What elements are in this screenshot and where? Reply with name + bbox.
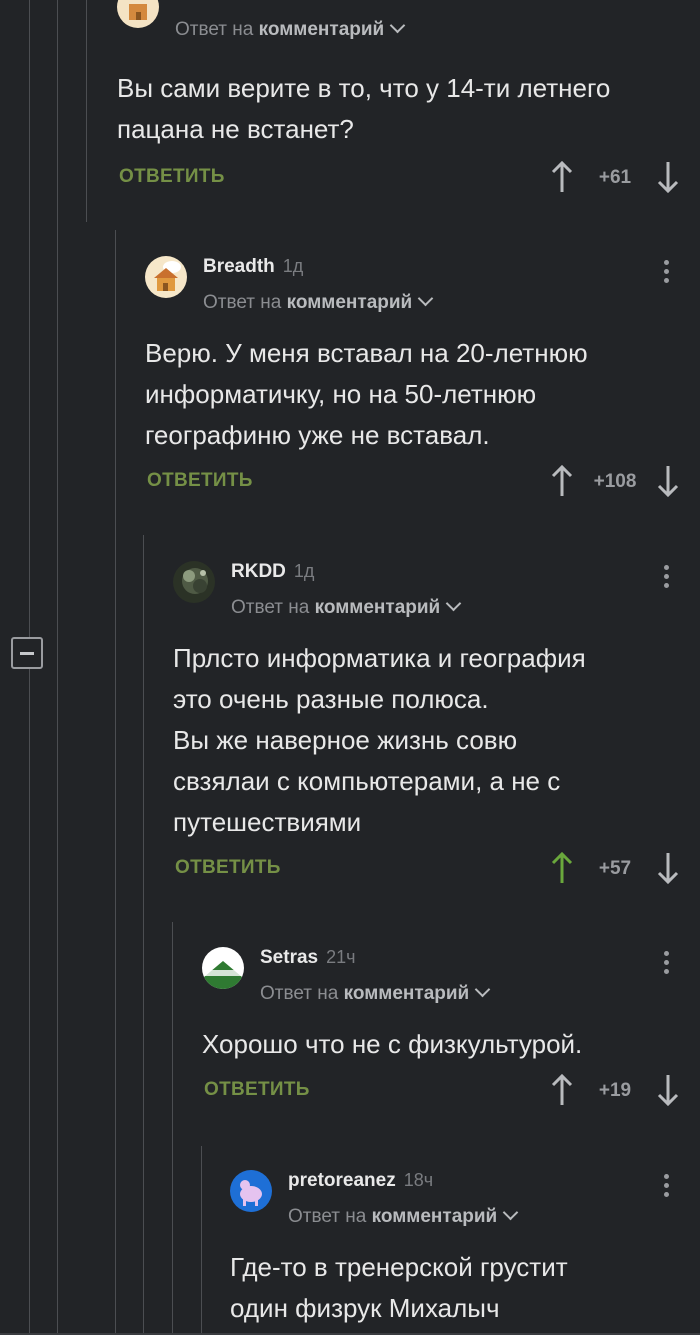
comment-text: Вы сами верите в то, что у 14-ти летнего…	[117, 73, 611, 144]
chevron-down-icon	[474, 981, 491, 998]
upvote-arrow-icon[interactable]	[550, 464, 574, 498]
avatar[interactable]	[117, 0, 159, 28]
dark-photo-avatar-icon	[173, 561, 215, 603]
comment-actions: ОТВЕТИТЬ +61	[117, 158, 700, 198]
comment-header: Setras 21ч	[260, 947, 356, 969]
vote-box: +108	[550, 462, 680, 502]
vote-box: +19	[550, 1071, 680, 1111]
comment-actions: ОТВЕТИТЬ +108	[145, 462, 700, 502]
avatar[interactable]	[230, 1170, 272, 1212]
more-options-icon[interactable]	[664, 951, 670, 978]
more-options-icon[interactable]	[664, 565, 670, 592]
downvote-arrow-icon[interactable]	[656, 1073, 680, 1107]
collapse-thread-button[interactable]	[11, 637, 43, 669]
logo-avatar-icon	[202, 947, 244, 989]
comment-text: Хорошо что не с физкультурой.	[202, 1029, 583, 1059]
upvote-arrow-icon[interactable]	[550, 851, 574, 885]
avatar[interactable]	[173, 561, 215, 603]
minus-icon	[20, 652, 34, 655]
thread-line	[115, 230, 116, 1335]
chevron-down-icon	[389, 17, 406, 34]
more-options-icon[interactable]	[664, 1174, 670, 1201]
comment: Ответ на комментарий Вы сами верите в то…	[117, 0, 700, 206]
comment-score: +61	[598, 167, 632, 188]
reply-to-line[interactable]: Ответ на комментарий	[260, 981, 491, 1005]
comment-score: +57	[598, 858, 632, 879]
reply-button[interactable]: ОТВЕТИТЬ	[147, 470, 253, 492]
comment: Breadth 1д Ответ на комментарий Верю. У м…	[145, 256, 700, 506]
house-avatar-icon	[145, 256, 187, 298]
comment-actions: ОТВЕТИТЬ +19	[202, 1071, 700, 1111]
timestamp: 21ч	[326, 947, 356, 967]
timestamp: 1д	[293, 561, 315, 581]
comment-score: +108	[593, 471, 637, 492]
thread-line	[86, 0, 87, 222]
comment: RKDD 1д Ответ на комментарий Прлсто инфор…	[173, 561, 700, 901]
username[interactable]: RKDD	[231, 561, 286, 582]
house-avatar-icon	[117, 0, 159, 28]
chevron-down-icon	[445, 595, 462, 612]
username[interactable]: pretoreanez	[288, 1170, 396, 1191]
timestamp: 1д	[282, 256, 304, 276]
reply-to-line[interactable]: Ответ на комментарий	[288, 1204, 519, 1228]
avatar[interactable]	[202, 947, 244, 989]
blue-animal-avatar-icon	[230, 1170, 272, 1212]
downvote-arrow-icon[interactable]	[656, 160, 680, 194]
comment-score: +19	[598, 1080, 632, 1101]
comment-text: Прлсто информатика и география это очень…	[173, 643, 586, 837]
thread-line	[57, 0, 58, 1335]
reply-button[interactable]: ОТВЕТИТЬ	[204, 1079, 310, 1101]
reply-to-line[interactable]: Ответ на комментарий	[175, 17, 406, 41]
comment-header: pretoreanez 18ч	[288, 1170, 433, 1192]
thread-line	[201, 1146, 202, 1335]
reply-button[interactable]: ОТВЕТИТЬ	[175, 857, 281, 879]
comment-actions: ОТВЕТИТЬ +57	[173, 849, 700, 889]
timestamp: 18ч	[403, 1170, 434, 1190]
comment: pretoreanez 18ч Ответ на комментарий Где-…	[230, 1170, 700, 1335]
chevron-down-icon	[502, 1204, 519, 1221]
vote-box: +61	[550, 158, 680, 198]
comment: Setras 21ч Ответ на комментарий Хорошо чт…	[202, 947, 700, 1117]
comment-header: RKDD 1д	[231, 561, 314, 583]
downvote-arrow-icon[interactable]	[656, 851, 680, 885]
comment-text: Верю. У меня вставал на 20-летнюю информ…	[145, 338, 588, 450]
reply-to-line[interactable]: Ответ на комментарий	[231, 595, 462, 619]
upvote-arrow-icon[interactable]	[550, 1073, 574, 1107]
chevron-down-icon	[417, 290, 434, 307]
username[interactable]: Breadth	[203, 256, 275, 277]
thread-line	[143, 535, 144, 1335]
comment-text: Где-то в тренерской грустит один физрук …	[230, 1252, 568, 1323]
username[interactable]: Setras	[260, 947, 318, 968]
vote-box: +57	[550, 849, 680, 889]
reply-to-line[interactable]: Ответ на комментарий	[203, 290, 434, 314]
thread-line	[172, 922, 173, 1335]
comment-header: Breadth 1д	[203, 256, 303, 278]
downvote-arrow-icon[interactable]	[656, 464, 680, 498]
more-options-icon[interactable]	[664, 260, 670, 287]
avatar[interactable]	[145, 256, 187, 298]
upvote-arrow-icon[interactable]	[550, 160, 574, 194]
reply-button[interactable]: ОТВЕТИТЬ	[119, 166, 225, 188]
